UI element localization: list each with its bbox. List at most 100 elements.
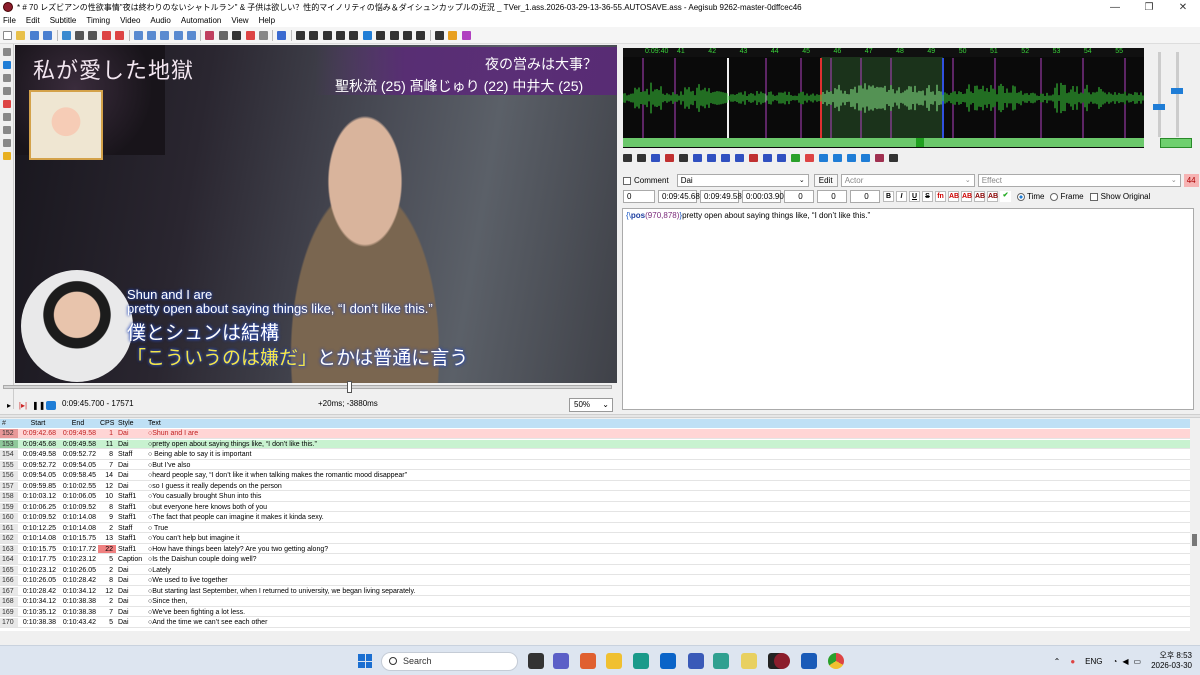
play-last-500ms-icon[interactable] — [735, 154, 744, 162]
table-row[interactable]: 159 0:10:06.25 0:10:09.52 8 Staff1 ○but every… — [0, 502, 1190, 512]
notes-icon[interactable] — [741, 653, 757, 669]
edit-style-button[interactable]: Edit — [813, 174, 838, 187]
automation-icon[interactable] — [277, 30, 287, 40]
auto-scroll-audio-icon[interactable] — [847, 154, 856, 162]
edge-icon[interactable] — [633, 653, 649, 669]
wifi-icon[interactable]: ◔ — [1113, 657, 1118, 666]
seek-thumb[interactable] — [347, 381, 353, 393]
menu-audio[interactable]: Audio — [150, 16, 170, 25]
margin-left-field[interactable]: 0 — [784, 190, 814, 203]
styles-assistant-icon[interactable] — [187, 30, 197, 40]
jump-to-icon[interactable] — [61, 30, 71, 40]
attachments-icon[interactable] — [133, 30, 143, 40]
table-row[interactable]: 161 0:10:12.25 0:10:14.08 2 Staff ○ True — [0, 523, 1190, 533]
layer-field[interactable]: 0 — [623, 190, 655, 203]
style-combo[interactable]: Dai ⌄ — [676, 174, 809, 187]
menu-view[interactable]: View — [231, 16, 248, 25]
audio-zoom-slider[interactable] — [1158, 52, 1161, 137]
chrome-icon[interactable] — [828, 653, 844, 669]
stop-icon[interactable] — [679, 154, 688, 162]
fonts-collector-icon[interactable] — [146, 30, 156, 40]
audio-commit-button[interactable] — [1160, 138, 1192, 148]
outlook-icon[interactable] — [660, 653, 676, 669]
play-icon[interactable]: ▸ — [4, 401, 14, 410]
audio-zoom-knob[interactable] — [1153, 104, 1165, 110]
header-start[interactable]: Start — [18, 419, 58, 428]
comment-checkbox[interactable] — [623, 176, 631, 185]
table-row[interactable]: 152 0:09:42.68 0:09:49.58 1 Dai ○Shun and I a… — [0, 429, 1190, 439]
margin-right-field[interactable]: 0 — [817, 190, 847, 203]
menu-automation[interactable]: Automation — [181, 16, 221, 25]
task-view-icon[interactable] — [528, 653, 544, 669]
start-time-field[interactable]: 0:09:45.68 — [658, 190, 700, 203]
table-row[interactable]: 169 0:10:35.12 0:10:38.38 7 Dai ○We’ve been f… — [0, 607, 1190, 617]
table-row[interactable]: 160 0:10:09.52 0:10:14.08 9 Staff1 ○The fact … — [0, 513, 1190, 523]
auto-commit-icon[interactable] — [819, 154, 828, 162]
menu-help[interactable]: Help — [259, 16, 275, 25]
maximize-button[interactable]: ❐ — [1132, 0, 1166, 14]
system-clock[interactable]: 오후 8:53 2026-03-30 — [1151, 651, 1192, 671]
rotate-z-tool-icon[interactable] — [3, 74, 11, 82]
primary-color-button[interactable]: AB — [948, 191, 959, 202]
options-icon[interactable] — [349, 30, 359, 40]
zoom-in-icon[interactable] — [74, 30, 84, 40]
table-row[interactable]: 155 0:09:52.72 0:09:54.05 7 Dai ○But I’ve als… — [0, 460, 1190, 470]
header-style[interactable]: Style — [116, 419, 146, 428]
app-icon[interactable] — [688, 653, 704, 669]
audio-volume-slider[interactable] — [1176, 52, 1179, 137]
battery-icon[interactable]: ▭ — [1134, 657, 1142, 666]
standard-tool-icon[interactable] — [3, 48, 11, 56]
table-row[interactable]: 168 0:10:34.12 0:10:38.38 2 Dai ○Since then, — [0, 597, 1190, 607]
shadow-color-button[interactable]: AB — [987, 191, 998, 202]
bold-button[interactable]: B — [883, 191, 894, 202]
crop-tool-icon[interactable] — [3, 139, 11, 147]
table-row[interactable]: 166 0:10:26.05 0:10:28.42 8 Dai ○We used to l… — [0, 576, 1190, 586]
video-seek-bar[interactable] — [3, 381, 612, 393]
effect-combo[interactable]: Effect ⌄ — [977, 174, 1181, 187]
table-row[interactable]: 158 0:10:03.12 0:10:06.05 10 Staff1 ○You casu… — [0, 492, 1190, 502]
menu-file[interactable]: File — [3, 16, 16, 25]
windows-start-icon[interactable] — [358, 654, 372, 668]
audio-scrollbar[interactable] — [623, 138, 1144, 147]
table-row[interactable]: 170 0:10:38.38 0:10:43.42 5 Dai ○And the time… — [0, 618, 1190, 628]
auto-scroll-icon[interactable] — [46, 400, 56, 410]
commit-check-icon[interactable]: ✔ — [1000, 191, 1011, 202]
pause-icon[interactable]: ❚❚ — [32, 401, 45, 410]
find-icon[interactable] — [101, 30, 111, 40]
pane-splitter[interactable] — [0, 414, 1200, 418]
properties-icon[interactable] — [160, 30, 170, 40]
keyframes-icon[interactable] — [362, 30, 372, 40]
save-icon[interactable] — [29, 30, 39, 40]
table-row[interactable]: 167 0:10:28.42 0:10:34.12 12 Dai ○But startin… — [0, 586, 1190, 596]
chevron-up-icon[interactable]: ⌃ — [1054, 657, 1061, 666]
prev-line-icon[interactable] — [623, 154, 632, 162]
spectrum-icon[interactable] — [861, 154, 870, 162]
video-time-field[interactable]: 0:09:45.700 - 17571 — [62, 399, 134, 408]
subtitle-text-editor[interactable]: {\pos(970,878)}pretty open about saying … — [622, 208, 1194, 410]
table-row[interactable]: 157 0:09:59.85 0:10:02.55 12 Dai ○so I guess … — [0, 481, 1190, 491]
next-line-icon[interactable] — [637, 154, 646, 162]
auto-next-icon[interactable] — [833, 154, 842, 162]
translation-assistant-icon[interactable] — [205, 30, 215, 40]
aegisub-logo-icon[interactable] — [3, 2, 13, 12]
menu-timing[interactable]: Timing — [86, 16, 110, 25]
duration-field[interactable]: 0:00:03.90 — [742, 190, 784, 203]
audio-options-icon[interactable] — [889, 154, 898, 162]
styles-manager-icon[interactable] — [173, 30, 183, 40]
header-number[interactable]: # — [0, 419, 18, 428]
sort-icon[interactable] — [322, 30, 332, 40]
vector-clip-tool-icon[interactable] — [3, 126, 11, 134]
table-row[interactable]: 162 0:10:14.08 0:10:15.75 13 Staff1 ○You can’… — [0, 534, 1190, 544]
drag-tool-icon[interactable] — [3, 61, 11, 69]
table-row[interactable]: 164 0:10:17.75 0:10:23.12 5 Caption ○Is the D… — [0, 555, 1190, 565]
cut-icon[interactable] — [402, 30, 412, 40]
margin-vertical-field[interactable]: 0 — [850, 190, 880, 203]
grid-scrollbar[interactable] — [1190, 419, 1200, 631]
play-line-icon[interactable]: |▸| — [18, 401, 28, 410]
table-row[interactable]: 163 0:10:15.75 0:10:17.72 22 Staff1 ○How have… — [0, 544, 1190, 554]
ticket-icon[interactable] — [448, 30, 458, 40]
play-to-end-icon[interactable] — [749, 154, 758, 162]
spellcheck-icon[interactable] — [259, 30, 269, 40]
go-to-icon[interactable] — [805, 154, 814, 162]
play-selection-icon[interactable] — [651, 154, 660, 162]
